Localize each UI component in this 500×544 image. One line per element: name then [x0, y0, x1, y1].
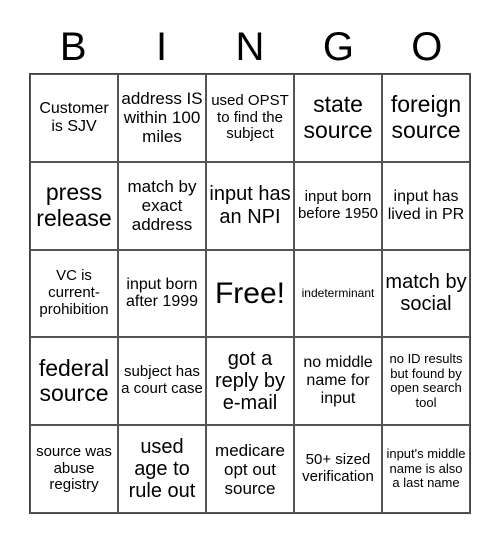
free-space-cell[interactable]: Free!: [206, 249, 294, 338]
bingo-cell[interactable]: input's middle name is also a last name: [382, 425, 470, 513]
bingo-cell[interactable]: used OPST to find the subject: [206, 74, 294, 162]
bingo-cell[interactable]: foreign source: [382, 74, 470, 162]
bingo-board: Customer is SJV address IS within 100 mi…: [29, 73, 471, 514]
bingo-cell[interactable]: match by exact address: [118, 161, 206, 250]
bingo-cell[interactable]: input born after 1999: [118, 249, 206, 338]
bingo-cell[interactable]: input has lived in PR: [382, 161, 470, 250]
header-letter-i: I: [156, 25, 168, 69]
bingo-cell[interactable]: address IS within 100 miles: [118, 74, 206, 162]
bingo-cell[interactable]: match by social: [382, 249, 470, 338]
bingo-cell[interactable]: no middle name for input: [294, 337, 382, 426]
bingo-cell[interactable]: medicare opt out source: [206, 425, 294, 513]
bingo-cell[interactable]: VC is current-prohibition: [30, 249, 118, 338]
header-letter-n: N: [235, 25, 265, 69]
bingo-cell[interactable]: subject has a court case: [118, 337, 206, 426]
bingo-header: B I N G O: [29, 22, 471, 72]
bingo-cell[interactable]: input born before 1950: [294, 161, 382, 250]
bingo-cell[interactable]: federal source: [30, 337, 118, 426]
bingo-cell[interactable]: indeterminant: [294, 249, 382, 338]
bingo-cell[interactable]: input has an NPI: [206, 161, 294, 250]
bingo-cell[interactable]: press release: [30, 161, 118, 250]
bingo-cell[interactable]: used age to rule out: [118, 425, 206, 513]
header-letter-b: B: [59, 25, 87, 69]
bingo-cell[interactable]: source was abuse registry: [30, 425, 118, 513]
header-letter-g: G: [322, 25, 354, 69]
bingo-cell[interactable]: got a reply by e-mail: [206, 337, 294, 426]
bingo-cell[interactable]: state source: [294, 74, 382, 162]
header-letter-o: O: [411, 25, 443, 69]
bingo-cell[interactable]: Customer is SJV: [30, 74, 118, 162]
bingo-cell[interactable]: 50+ sized verification: [294, 425, 382, 513]
bingo-cell[interactable]: no ID results but found by open search t…: [382, 337, 470, 426]
